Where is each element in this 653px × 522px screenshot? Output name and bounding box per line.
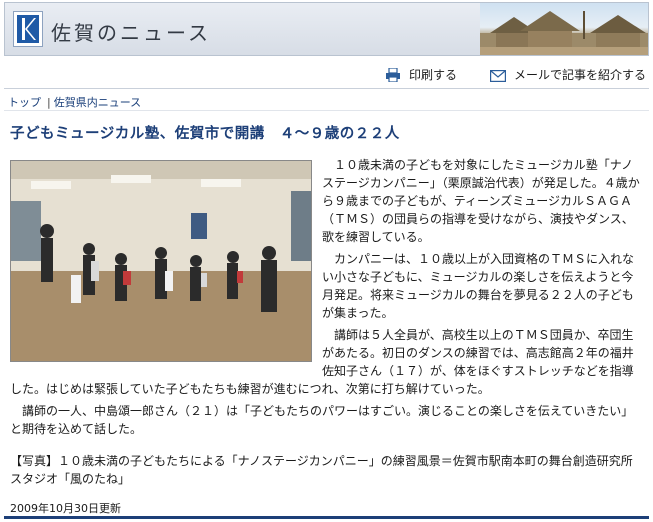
article-headline: 子どもミュージカル塾、佐賀市で開講 ４～９歳の２２人 [10, 126, 400, 142]
breadcrumb: トップ | 佐賀県内ニュース [8, 96, 142, 109]
mail-icon [490, 70, 507, 83]
mail-link[interactable]: メールで記事を紹介する [490, 66, 646, 83]
updated-date: 2009年10月30日更新 [10, 502, 121, 515]
breadcrumb-saga-news[interactable]: 佐賀県内ニュース [54, 96, 141, 109]
section-title: 佐賀のニュース [51, 21, 211, 45]
mail-label: メールで記事を紹介する [514, 68, 647, 82]
printer-icon [386, 67, 400, 83]
divider [4, 88, 649, 89]
divider [4, 110, 649, 111]
breadcrumb-top[interactable]: トップ [8, 96, 41, 109]
k-logo-icon [22, 18, 36, 40]
print-link[interactable]: 印刷する [385, 66, 457, 83]
header-banner: 佐賀のニュース [4, 2, 649, 56]
print-label: 印刷する [409, 68, 458, 82]
site-logo[interactable] [13, 11, 43, 47]
footer-divider [4, 516, 649, 519]
article-paragraph-4: 講師の一人、中島頌一郎さん（２１）は「子どもたちのパワーはすごい。演じることの楽… [10, 404, 634, 436]
article-body: １０歳未満の子どもを対象にしたミュージカル塾「ナノステージカンパニー」（栗原誠治… [10, 156, 642, 442]
header-photo [480, 3, 648, 55]
photo-caption: 【写真】１０歳未満の子どもたちによる「ナノステージカンパニー」の練習風景＝佐賀市… [10, 454, 633, 486]
